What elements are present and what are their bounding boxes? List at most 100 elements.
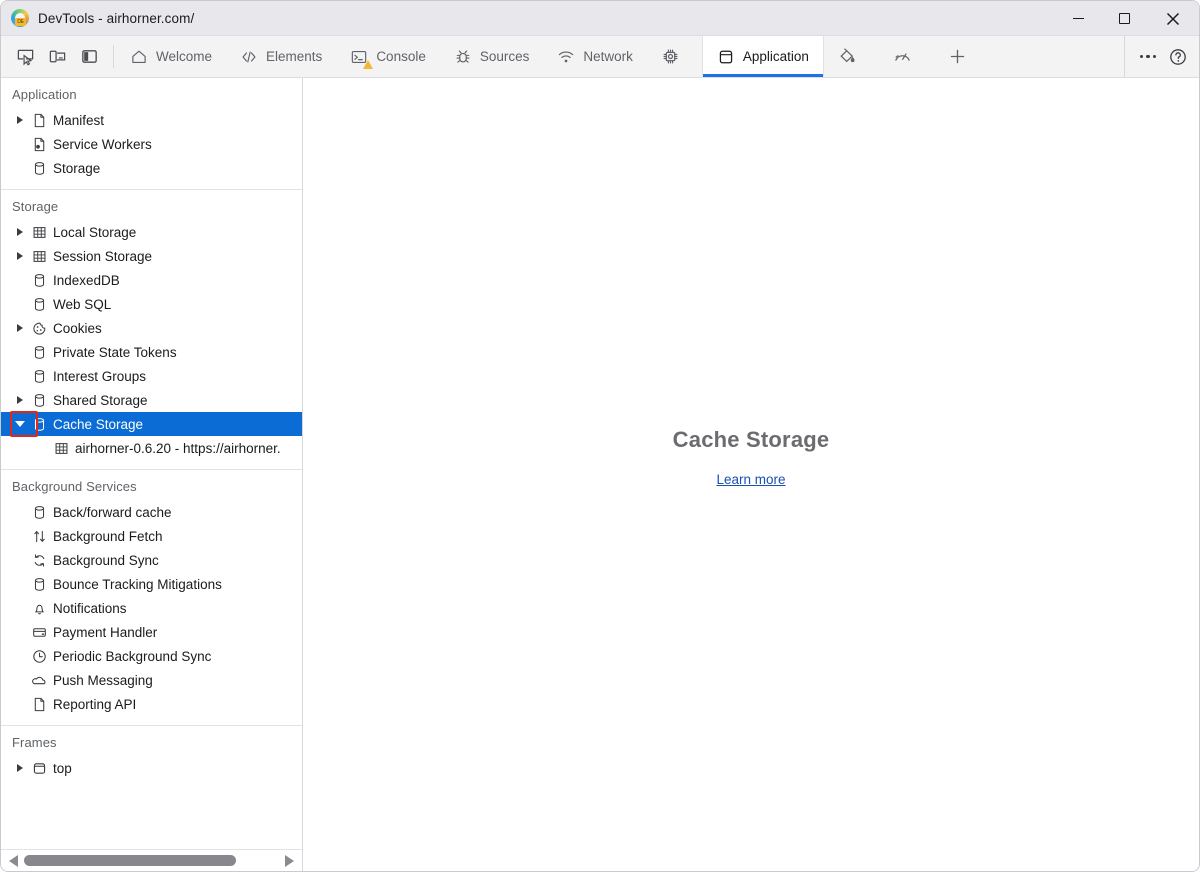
sidebar-item-label: top [50, 761, 72, 776]
credit-card-icon [28, 625, 50, 640]
sidebar-item-label: Storage [50, 161, 100, 176]
expand-arrow-icon[interactable] [12, 764, 28, 772]
scroll-left-arrow-icon[interactable] [9, 855, 18, 867]
database-icon [28, 297, 50, 312]
sidebar-item-cookies[interactable]: Cookies [1, 316, 302, 340]
performance-gauge-icon [893, 47, 912, 66]
close-button[interactable] [1147, 1, 1199, 36]
sidebar-item-indexeddb[interactable]: IndexedDB [1, 268, 302, 292]
tab-label: Sources [480, 49, 530, 64]
tab-application[interactable]: Application [702, 36, 824, 77]
sidebar-item-session-storage[interactable]: Session Storage [1, 244, 302, 268]
tab-performance-insights[interactable] [647, 36, 702, 77]
collapse-arrow-icon[interactable] [12, 421, 28, 427]
paint-bucket-icon [838, 47, 857, 66]
sidebar-item-cache-entry[interactable]: airhorner-0.6.20 - https://airhorner. [1, 436, 302, 460]
section-title: Background Services [1, 478, 302, 500]
tab-welcome[interactable]: Welcome [116, 36, 226, 77]
sidebar-item-label: Session Storage [50, 249, 152, 264]
sidebar-item-periodic-background-sync[interactable]: Periodic Background Sync [1, 644, 302, 668]
bug-icon [454, 48, 472, 66]
cookie-icon [28, 321, 50, 336]
database-icon [28, 161, 50, 176]
tab-recorder[interactable] [824, 36, 879, 77]
add-panel-button[interactable] [934, 36, 989, 77]
sidebar-item-push-messaging[interactable]: Push Messaging [1, 668, 302, 692]
sidebar-item-bounce-tracking-mitigations[interactable]: Bounce Tracking Mitigations [1, 572, 302, 596]
sidebar-item-label: Private State Tokens [50, 345, 177, 360]
devtools-toolbar: Welcome Elements [1, 36, 1199, 78]
sidebar-item-top-frame[interactable]: top [1, 756, 302, 780]
panel-tabs: Welcome Elements [116, 36, 1124, 77]
sidebar-item-background-fetch[interactable]: Background Fetch [1, 524, 302, 548]
sidebar-item-storage[interactable]: Storage [1, 156, 302, 180]
sidebar-item-label: Notifications [50, 601, 127, 616]
scrollbar-thumb[interactable] [24, 855, 236, 866]
devtools-window: DE DevTools - airhorner.com/ [0, 0, 1200, 872]
table-grid-icon [28, 225, 50, 240]
more-tools-icon[interactable] [1133, 43, 1163, 71]
toolbar-divider [113, 45, 114, 68]
scroll-right-arrow-icon[interactable] [285, 855, 294, 867]
tab-sources[interactable]: Sources [440, 36, 544, 77]
sidebar-item-manifest[interactable]: Manifest [1, 108, 302, 132]
sidebar-item-payment-handler[interactable]: Payment Handler [1, 620, 302, 644]
sidebar-item-label: Payment Handler [50, 625, 157, 640]
sidebar-item-service-workers[interactable]: Service Workers [1, 132, 302, 156]
horizontal-scrollbar[interactable] [1, 849, 302, 871]
main-content-panel: Cache Storage Learn more [303, 78, 1199, 871]
database-icon [28, 577, 50, 592]
table-grid-icon [28, 249, 50, 264]
sidebar-item-web-sql[interactable]: Web SQL [1, 292, 302, 316]
sidebar-item-label: Service Workers [50, 137, 152, 152]
sidebar-item-label: Background Sync [50, 553, 159, 568]
devtools-logo-icon: DE [11, 9, 29, 27]
tab-label: Welcome [156, 49, 212, 64]
toolbar-right-icons [1124, 36, 1199, 77]
dock-side-icon[interactable] [74, 43, 104, 71]
sidebar-item-reporting-api[interactable]: Reporting API [1, 692, 302, 716]
tab-elements[interactable]: Elements [226, 36, 336, 77]
inspect-element-icon[interactable] [10, 43, 40, 71]
sidebar-item-cache-storage[interactable]: Cache Storage [1, 412, 302, 436]
expand-arrow-icon[interactable] [12, 396, 28, 404]
sidebar-item-interest-groups[interactable]: Interest Groups [1, 364, 302, 388]
scrollbar-track[interactable] [24, 855, 279, 866]
sidebar-item-back-forward-cache[interactable]: Back/forward cache [1, 500, 302, 524]
learn-more-link[interactable]: Learn more [716, 472, 785, 487]
maximize-button[interactable] [1101, 1, 1147, 36]
tab-console[interactable]: Console [336, 36, 440, 77]
expand-arrow-icon[interactable] [12, 252, 28, 260]
close-icon [1166, 12, 1180, 26]
section-title: Storage [1, 198, 302, 220]
tab-network[interactable]: Network [543, 36, 647, 77]
sidebar-item-local-storage[interactable]: Local Storage [1, 220, 302, 244]
device-toolbar-icon[interactable] [42, 43, 72, 71]
sidebar-item-label: Cache Storage [50, 417, 143, 432]
expand-arrow-icon[interactable] [12, 116, 28, 124]
window-controls [1055, 1, 1199, 36]
sidebar-item-private-state-tokens[interactable]: Private State Tokens [1, 340, 302, 364]
manifest-document-icon [28, 113, 50, 128]
tab-performance[interactable] [879, 36, 934, 77]
sync-refresh-icon [28, 553, 50, 568]
sidebar-item-label: Local Storage [50, 225, 136, 240]
sidebar-item-label: airhorner-0.6.20 - https://airhorner. [72, 441, 281, 456]
sidebar-item-label: Background Fetch [50, 529, 163, 544]
sidebar-item-shared-storage[interactable]: Shared Storage [1, 388, 302, 412]
expand-arrow-icon[interactable] [12, 228, 28, 236]
sidebar-section-background-services: Background Services Back/forward cache [1, 470, 302, 726]
minimize-icon [1073, 18, 1084, 20]
database-icon [28, 393, 50, 408]
sidebar-scroll-area: Application Manifest Service Work [1, 78, 302, 849]
service-worker-icon [28, 137, 50, 152]
bell-icon [28, 601, 50, 616]
minimize-button[interactable] [1055, 1, 1101, 36]
application-sidebar: Application Manifest Service Work [1, 78, 303, 871]
expand-arrow-icon[interactable] [12, 324, 28, 332]
sidebar-item-label: Push Messaging [50, 673, 153, 688]
section-title: Frames [1, 734, 302, 756]
sidebar-item-notifications[interactable]: Notifications [1, 596, 302, 620]
help-icon[interactable] [1163, 43, 1193, 71]
sidebar-item-background-sync[interactable]: Background Sync [1, 548, 302, 572]
